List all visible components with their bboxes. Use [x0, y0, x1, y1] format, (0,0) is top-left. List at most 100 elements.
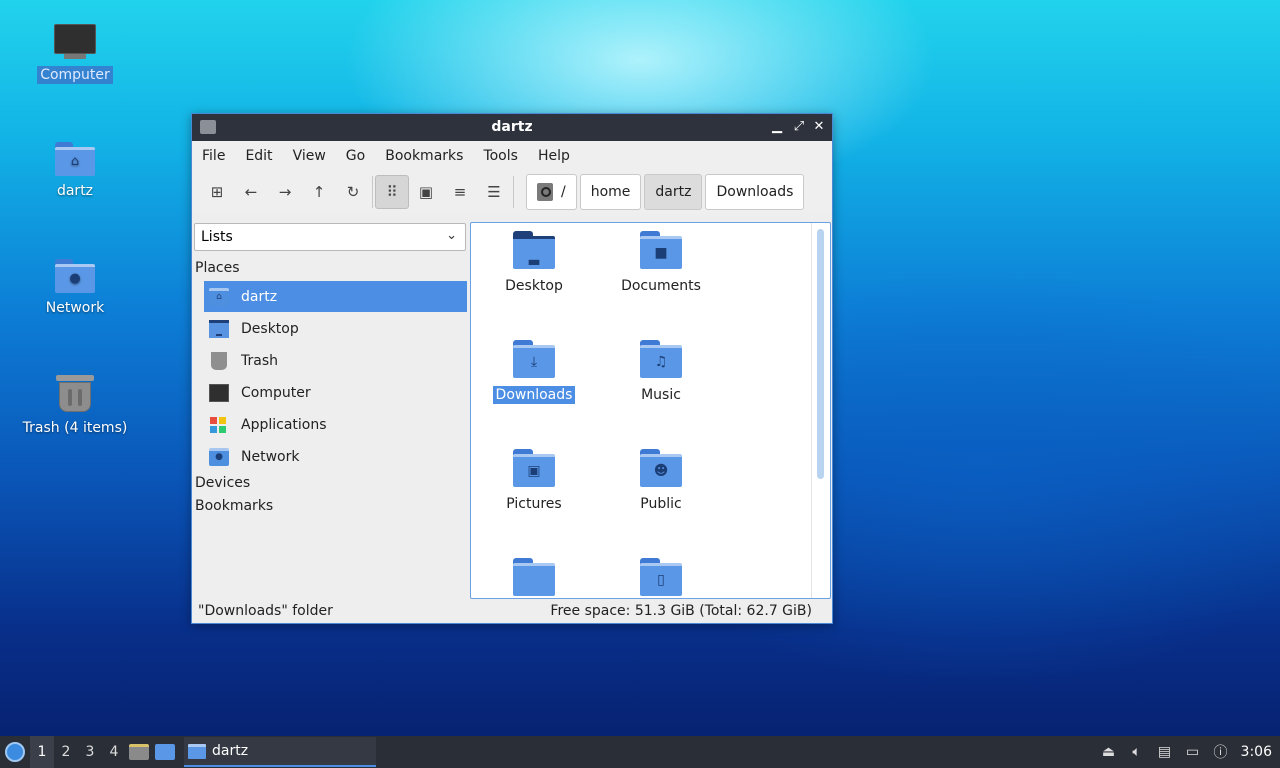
start-menu-button[interactable]	[0, 737, 30, 767]
desktop-icon-trash[interactable]: Trash (4 items)	[15, 373, 135, 437]
folder-item-label: Downloads	[492, 386, 576, 404]
status-bar: "Downloads" folder Free space: 51.3 GiB …	[192, 599, 832, 623]
forward-arrow-icon[interactable]: →	[268, 175, 302, 209]
taskbar: 1 2 3 4 dartz ⏏ 🔈︎ ▤ ▭ ⓘ 3:06	[0, 736, 1280, 768]
file-manager-launcher[interactable]	[126, 736, 152, 768]
eject-icon[interactable]: ⏏	[1095, 736, 1123, 768]
workspace-1[interactable]: 1	[30, 736, 54, 768]
taskbar-window-label: dartz	[212, 743, 249, 759]
downloads-folder-icon: ⤓	[513, 340, 555, 378]
desktop-icon-computer[interactable]: Computer	[15, 24, 135, 84]
taskbar-window-dartz[interactable]: dartz	[184, 737, 376, 767]
compact-view-icon[interactable]: ≡	[443, 175, 477, 209]
path-bar: / home dartz Downloads	[526, 174, 807, 210]
close-icon[interactable]: ✕	[810, 118, 828, 136]
documents-folder-icon: ■	[640, 231, 682, 269]
menu-bookmarks[interactable]: Bookmarks	[385, 148, 463, 164]
place-item-applications[interactable]: Applications	[204, 409, 467, 440]
menu-edit[interactable]: Edit	[245, 148, 272, 164]
window-titlebar[interactable]: dartz ▁ ⤢ ✕	[192, 114, 832, 141]
minimize-icon[interactable]: ▁	[768, 118, 786, 136]
menu-help[interactable]: Help	[538, 148, 570, 164]
music-folder-icon: ♫	[640, 340, 682, 378]
maximize-icon[interactable]: ⤢	[790, 118, 808, 136]
section-bookmarks[interactable]: Bookmarks	[195, 498, 273, 514]
place-item-home[interactable]: ⌂ dartz	[204, 281, 467, 312]
network-icon[interactable]: ▭	[1179, 736, 1207, 768]
place-item-network[interactable]: ● Network	[204, 441, 467, 472]
pictures-folder-icon: ▣	[513, 449, 555, 487]
place-item-computer[interactable]: Computer	[204, 377, 467, 408]
vertical-scrollbar[interactable]	[817, 229, 824, 479]
section-places[interactable]: Places	[195, 260, 240, 276]
place-item-desktop[interactable]: Desktop	[204, 313, 467, 344]
place-item-trash[interactable]: Trash	[204, 345, 467, 376]
clipboard-icon[interactable]: ▤	[1151, 736, 1179, 768]
folder-item-desktop[interactable]: ▬ Desktop	[474, 231, 594, 295]
file-view[interactable]: ▬ Desktop ■ Documents ⤓ Downloads ♫ Musi…	[470, 222, 831, 599]
workspace-4[interactable]: 4	[102, 736, 126, 768]
status-selection: "Downloads" folder	[198, 603, 333, 619]
folder-item-pictures[interactable]: ▣ Pictures	[474, 449, 594, 513]
notification-icon[interactable]: ⓘ	[1207, 736, 1235, 768]
toolbar-separator	[513, 176, 514, 208]
back-arrow-icon[interactable]: ←	[234, 175, 268, 209]
desktop-icon	[209, 319, 229, 338]
folder-item-templates[interactable]	[474, 558, 594, 598]
home-folder-icon: ⌂	[209, 287, 229, 306]
clock[interactable]: 3:06	[1235, 744, 1280, 760]
path-dartz-button[interactable]: dartz	[644, 174, 703, 210]
folder-item-downloads[interactable]: ⤓ Downloads	[474, 340, 594, 404]
network-folder-icon: ●	[55, 259, 95, 293]
place-label: Network	[241, 448, 300, 465]
system-tray: ⏏ 🔈︎ ▤ ▭ ⓘ 3:06	[1095, 736, 1280, 768]
menu-go[interactable]: Go	[346, 148, 365, 164]
desktop-folder-icon: ▬	[513, 231, 555, 269]
new-tab-icon[interactable]: ⊞	[200, 175, 234, 209]
status-free-space: Free space: 51.3 GiB (Total: 62.7 GiB)	[550, 603, 812, 619]
folder-item-music[interactable]: ♫ Music	[601, 340, 721, 404]
applications-icon	[209, 416, 229, 434]
path-home-button[interactable]: home	[579, 174, 642, 210]
path-downloads-button[interactable]: Downloads	[705, 174, 805, 210]
show-desktop-launcher[interactable]	[152, 736, 178, 768]
desktop-icon-home[interactable]: ⌂ dartz	[15, 142, 135, 200]
path-root-button[interactable]: /	[526, 174, 577, 210]
menubar: File Edit View Go Bookmarks Tools Help	[192, 141, 832, 171]
desktop-icon-label: Network	[45, 300, 105, 316]
folder-item-public[interactable]: ☻ Public	[601, 449, 721, 513]
workspace-3[interactable]: 3	[78, 736, 102, 768]
workspace-2[interactable]: 2	[54, 736, 78, 768]
volume-icon[interactable]: 🔈︎	[1123, 736, 1151, 768]
detailed-list-view-icon[interactable]: ☰	[477, 175, 511, 209]
folder-item-label: Documents	[621, 278, 701, 294]
menu-tools[interactable]: Tools	[483, 148, 518, 164]
folder-item-documents-2[interactable]: ▯	[601, 558, 721, 598]
toolbar-separator	[372, 176, 373, 208]
up-arrow-icon[interactable]: ↑	[302, 175, 336, 209]
place-label: dartz	[241, 288, 278, 305]
place-label: Applications	[241, 416, 327, 433]
folder-item-label: Desktop	[505, 278, 563, 294]
menu-file[interactable]: File	[202, 148, 225, 164]
thumbnail-view-icon[interactable]: ▣	[409, 175, 443, 209]
public-folder-icon: ☻	[640, 449, 682, 487]
computer-icon	[209, 383, 229, 402]
section-devices[interactable]: Devices	[195, 475, 250, 491]
window-title: dartz	[491, 119, 533, 135]
menu-view[interactable]: View	[293, 148, 326, 164]
file-manager-window: dartz ▁ ⤢ ✕ File Edit View Go Bookmarks …	[191, 113, 833, 624]
icon-view-icon[interactable]: ⠿	[375, 175, 409, 209]
folder-item-documents[interactable]: ■ Documents	[601, 231, 721, 295]
folder-icon	[188, 743, 206, 759]
reload-icon[interactable]: ↻	[336, 175, 370, 209]
desktop-icon	[155, 744, 175, 760]
side-pane-mode-select[interactable]: Lists ⌄	[194, 223, 466, 251]
lubuntu-logo-icon	[5, 742, 25, 762]
place-label: Trash	[241, 352, 278, 369]
trash-icon	[56, 373, 94, 413]
desktop-icon-network[interactable]: ● Network	[15, 259, 135, 317]
place-label: Desktop	[241, 320, 299, 337]
desktop-icon-label: Trash (4 items)	[22, 420, 128, 436]
file-manager-icon	[129, 744, 149, 760]
